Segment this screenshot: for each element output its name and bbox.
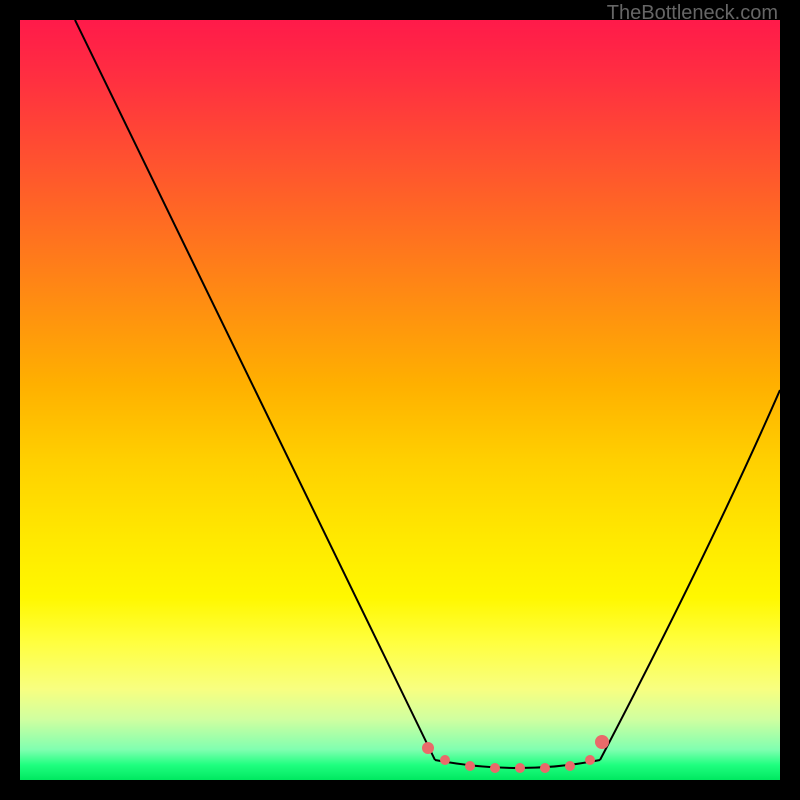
- watermark-text: TheBottleneck.com: [607, 2, 778, 25]
- curve-left-branch: [75, 20, 435, 760]
- curve-right-branch: [600, 390, 780, 760]
- chart-svg: [20, 20, 780, 780]
- valley-dots-group: [422, 735, 609, 773]
